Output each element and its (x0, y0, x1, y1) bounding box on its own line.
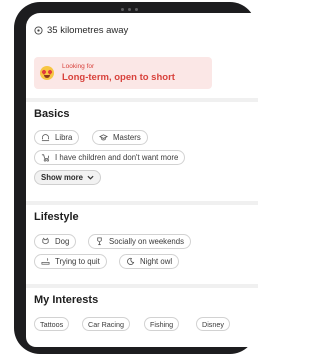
basics-title: Basics (34, 108, 70, 120)
basics-pill-education: Masters (92, 130, 148, 145)
interest-tag-disney: Disney (196, 317, 230, 331)
lifestyle-pill-drinking: Socially on weekends (88, 234, 191, 249)
graduation-cap-icon (99, 134, 108, 141)
distance-text: 35 kilometres away (47, 25, 129, 36)
chevron-down-icon (87, 175, 94, 180)
lifestyle-pill-smoking: Trying to quit (34, 254, 107, 269)
camera-dots (111, 8, 147, 12)
lifestyle-pill-sleep: Night owl (119, 254, 180, 269)
dog-icon (42, 237, 49, 245)
show-more-button[interactable]: Show more (34, 170, 102, 185)
interests-title: My Interests (34, 294, 99, 306)
looking-for-value: Long-term, open to short (62, 72, 175, 83)
interest-tag-tattoos: Tattoos (34, 317, 70, 331)
moon-icon (127, 257, 135, 265)
looking-for-card: Looking for Long-term, open to short (34, 57, 212, 89)
lifestyle-title: Lifestyle (34, 211, 79, 223)
location-pin-icon (34, 26, 43, 35)
cigarette-icon (41, 258, 50, 265)
divider (26, 98, 258, 102)
lifestyle-pill-pets: Dog (34, 234, 77, 249)
distance-row: 35 kilometres away (34, 25, 128, 36)
interest-tag-car-racing: Car Racing (82, 317, 130, 331)
zodiac-icon (41, 134, 50, 142)
divider (26, 201, 258, 205)
divider (26, 284, 258, 288)
baby-stroller-icon (41, 154, 50, 162)
basics-pill-zodiac: Libra (34, 130, 80, 145)
glass-icon (97, 237, 102, 246)
profile-screen: 35 kilometres away Looking for Long-term… (26, 13, 258, 347)
heart-eyes-emoji-icon (40, 66, 54, 80)
looking-for-label: Looking for (62, 63, 95, 70)
interest-tag-fishing: Fishing (144, 317, 180, 331)
basics-pill-children: I have children and don't want more (34, 150, 186, 165)
